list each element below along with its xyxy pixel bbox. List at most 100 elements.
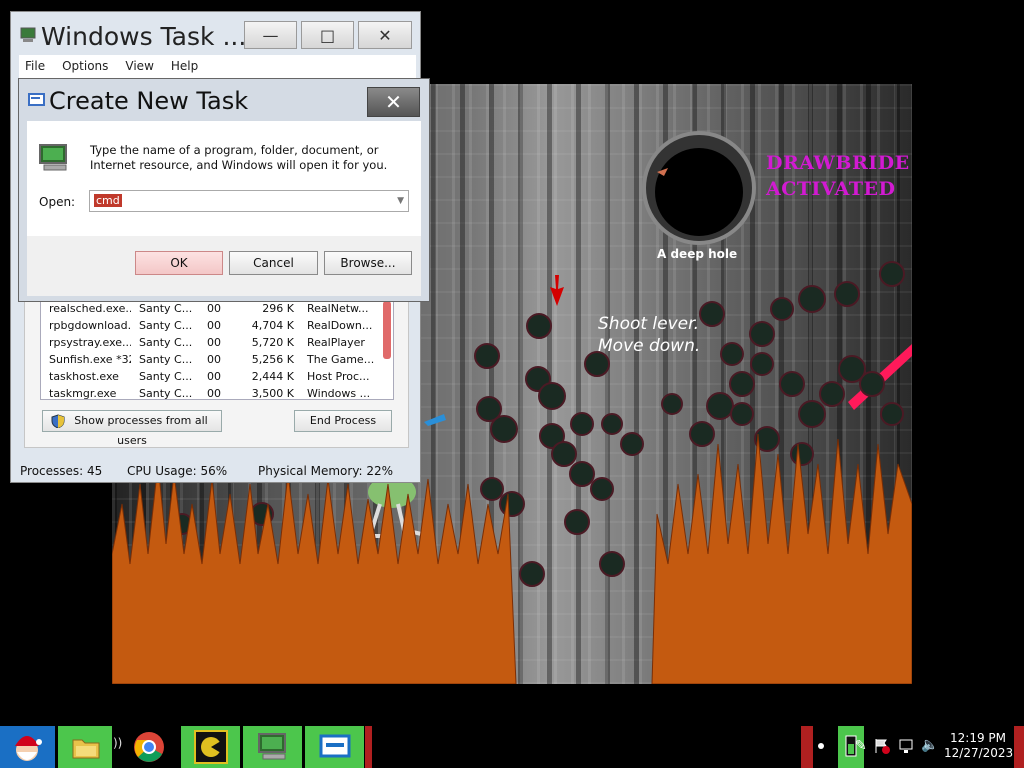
process-description: Host Proc... xyxy=(307,370,370,383)
close-icon: ✕ xyxy=(385,90,402,114)
maximize-icon: □ xyxy=(319,25,336,45)
process-memory: 5,256 K xyxy=(251,353,294,366)
cancel-button[interactable]: Cancel xyxy=(229,251,318,275)
run-window-icon xyxy=(28,93,45,106)
drawbridge-status-line2: ACTIVATED xyxy=(766,178,896,200)
scrollbar-thumb[interactable] xyxy=(383,301,391,359)
hint-line1: Shoot lever. xyxy=(598,314,699,334)
open-input[interactable]: cmd ▼ xyxy=(89,190,409,212)
maximize-button[interactable]: □ xyxy=(301,21,354,49)
taskbar-run-dialog[interactable] xyxy=(305,726,364,768)
drawbridge-status: DRAWBRIDE ACTIVATED xyxy=(766,150,910,202)
browse-button[interactable]: Browse... xyxy=(324,251,412,275)
close-button[interactable]: ✕ xyxy=(358,21,412,49)
create-new-task-dialog[interactable]: Create New Task ✕ Type the name of a pro… xyxy=(18,78,430,302)
process-name: realsched.exe... xyxy=(49,302,131,315)
table-row[interactable]: rpsystray.exe... Santy C... 00 5,720 K R… xyxy=(41,334,381,351)
show-desktop-button[interactable] xyxy=(1014,726,1024,768)
process-user: Santy C... xyxy=(139,302,193,315)
close-icon: ✕ xyxy=(378,25,392,45)
dialog-footer: OK Cancel Browse... xyxy=(27,236,421,296)
process-memory: 5,720 K xyxy=(251,336,294,349)
process-memory: 2,444 K xyxy=(251,370,294,383)
process-name: rpsystray.exe... xyxy=(49,336,131,349)
process-cpu: 00 xyxy=(207,387,221,400)
process-description: RealPlayer xyxy=(307,336,365,349)
run-dialog-icon xyxy=(319,734,351,758)
minimize-icon: — xyxy=(262,25,279,45)
tray-red-tile[interactable] xyxy=(801,726,813,768)
process-description: The Game... xyxy=(307,353,375,366)
process-memory: 296 K xyxy=(262,302,294,315)
table-row[interactable]: Sunfish.exe *32 Santy C... 00 5,256 K Th… xyxy=(41,351,381,368)
process-user: Santy C... xyxy=(139,353,193,366)
table-row[interactable]: rpbgdownload... Santy C... 00 4,704 K Re… xyxy=(41,317,381,334)
shield-icon xyxy=(51,414,65,428)
process-memory: 3,500 K xyxy=(251,387,294,400)
process-cpu: 00 xyxy=(207,353,221,366)
taskbar-game[interactable] xyxy=(181,726,240,768)
status-cpu: CPU Usage: 56% xyxy=(127,464,228,478)
dialog-title: Create New Task xyxy=(49,87,249,115)
status-bar: Processes: 45 CPU Usage: 56% Physical Me… xyxy=(11,461,420,483)
network-icon[interactable] xyxy=(898,738,914,754)
tray-dot-icon xyxy=(818,743,824,749)
volume-icon[interactable]: 🔈 xyxy=(921,737,938,753)
start-button[interactable] xyxy=(0,726,55,768)
taskbar-chrome[interactable] xyxy=(127,726,172,768)
open-input-value: cmd xyxy=(94,194,122,207)
process-cpu: 00 xyxy=(207,319,221,332)
taskbar-task-manager[interactable] xyxy=(243,726,302,768)
dialog-description: Type the name of a program, folder, docu… xyxy=(90,143,388,172)
file-explorer-icon xyxy=(72,739,100,759)
dialog-body: Type the name of a program, folder, docu… xyxy=(27,121,421,236)
game-icon xyxy=(194,730,228,764)
end-process-button[interactable]: End Process xyxy=(294,410,392,432)
deep-hole xyxy=(642,131,756,245)
process-description: RealNetw... xyxy=(307,302,369,315)
show-all-processes-button[interactable]: Show processes from all users xyxy=(42,410,222,447)
blue-shard xyxy=(424,414,446,426)
task-manager-icon xyxy=(20,27,36,42)
process-memory: 4,704 K xyxy=(251,319,294,332)
process-name: rpbgdownload... xyxy=(49,319,131,332)
minimize-button[interactable]: — xyxy=(244,21,297,49)
computer-icon xyxy=(39,144,67,171)
task-manager-icon xyxy=(258,733,286,760)
clock-date: 12/27/2023 xyxy=(944,746,1014,760)
process-description: Windows ... xyxy=(307,387,371,400)
ok-button[interactable]: OK xyxy=(135,251,223,275)
window-title: Windows Task ... xyxy=(41,22,247,51)
taskbar-edge xyxy=(365,726,372,768)
clock-time: 12:19 PM xyxy=(950,731,1006,745)
process-list[interactable]: realsched.exe... Santy C... 00 296 K Rea… xyxy=(40,298,394,400)
process-cpu: 00 xyxy=(207,370,221,383)
santa-start-icon xyxy=(15,736,42,761)
process-user: Santy C... xyxy=(139,370,193,383)
pen-icon[interactable]: ✎ xyxy=(855,738,867,754)
chevron-down-icon[interactable]: ▼ xyxy=(397,196,404,206)
player-character xyxy=(367,476,431,538)
table-row[interactable]: taskhost.exe Santy C... 00 2,444 K Host … xyxy=(41,368,381,385)
process-cpu: 00 xyxy=(207,336,221,349)
status-memory: Physical Memory: 22% xyxy=(258,464,394,478)
taskbar: )) ✎ 🔈 12:19 PM 12/27/2023 xyxy=(0,726,1024,768)
status-processes: Processes: 45 xyxy=(20,464,103,478)
process-cpu: 00 xyxy=(207,302,221,315)
process-name: taskhost.exe xyxy=(49,370,119,383)
clock[interactable]: 12:19 PM 12/27/2023 xyxy=(944,731,1014,761)
taskbar-file-explorer[interactable] xyxy=(58,726,112,768)
hint-line2: Move down. xyxy=(598,336,701,356)
hint-text: Shoot lever. Move down. xyxy=(598,313,700,357)
sound-wave-icon: )) xyxy=(113,736,123,750)
process-description: RealDown... xyxy=(307,319,373,332)
drawbridge-status-line1: DRAWBRIDE xyxy=(766,152,910,174)
dialog-close-button[interactable]: ✕ xyxy=(367,87,420,117)
process-name: taskmgr.exe xyxy=(49,387,117,400)
table-row[interactable]: realsched.exe... Santy C... 00 296 K Rea… xyxy=(41,300,381,317)
hole-label: A deep hole xyxy=(657,247,738,261)
open-label: Open: xyxy=(39,195,76,209)
table-row[interactable]: taskmgr.exe Santy C... 00 3,500 K Window… xyxy=(41,385,381,400)
process-user: Santy C... xyxy=(139,387,193,400)
action-center-flag-icon[interactable] xyxy=(874,738,890,754)
